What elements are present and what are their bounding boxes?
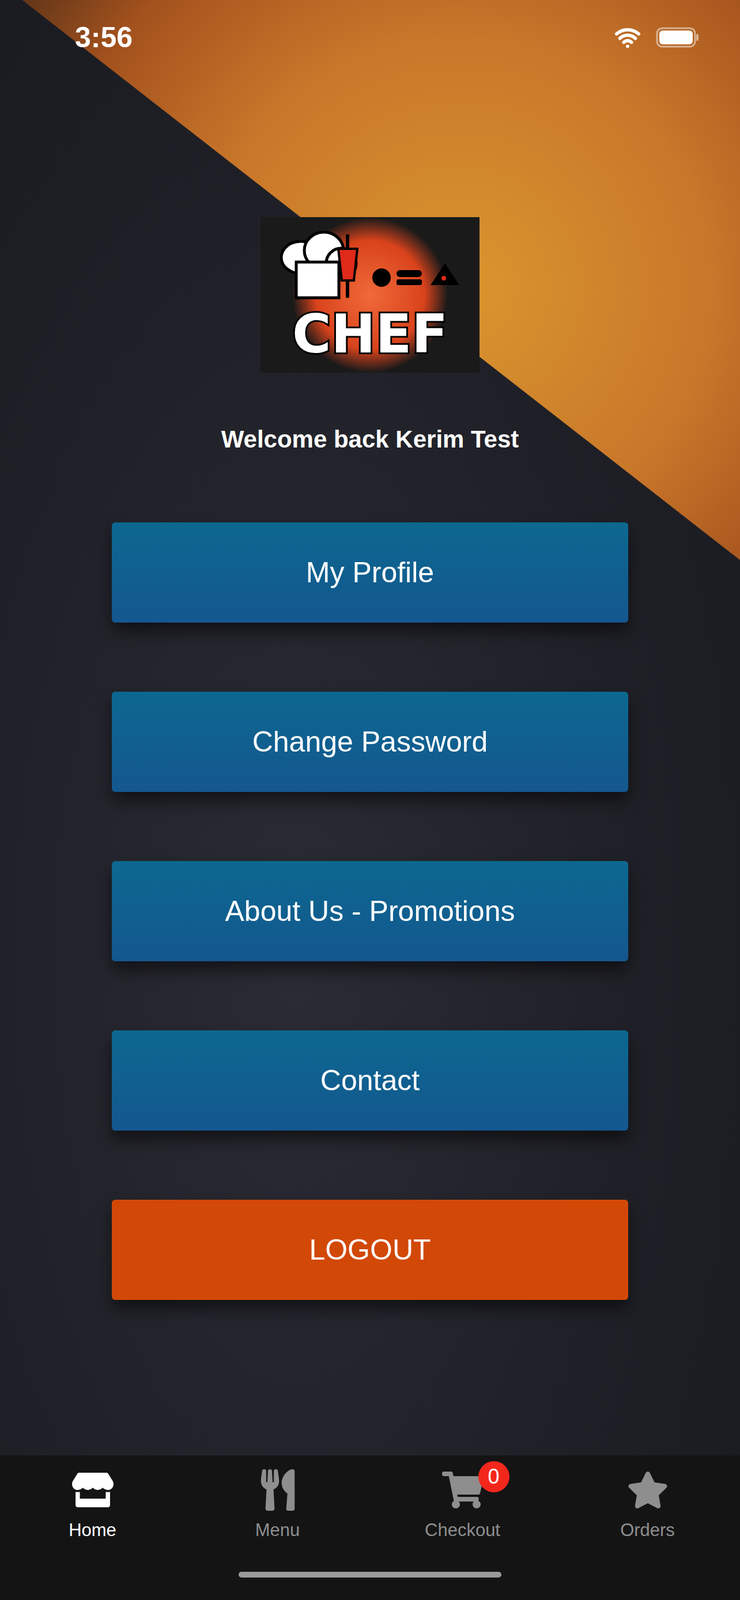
logo-text: CHEF (292, 303, 448, 366)
utensils-icon (257, 1470, 299, 1512)
kebab-icon (338, 234, 358, 298)
menu-button[interactable]: Contact (111, 1031, 629, 1132)
wifi-icon (614, 24, 641, 51)
tab-icon-wrap (66, 1466, 119, 1516)
main-content: CHEF Welcome back Kerim Test My Profile Cha… (0, 86, 740, 1457)
menu-button[interactable]: My Profile (111, 522, 629, 624)
home-screen: 3:56 CHEF Welcome back Kerim Test My Profil… (0, 0, 740, 1600)
tab-label: Menu (255, 1520, 301, 1542)
cart-icon (442, 1470, 484, 1512)
status-icons (614, 24, 700, 51)
tab-label: Home (68, 1520, 117, 1542)
tab-label: Orders (620, 1520, 675, 1542)
cart-badge: 0 (478, 1462, 510, 1494)
home-indicator (238, 1572, 502, 1579)
chef-logo: CHEF (260, 217, 480, 373)
tab-item[interactable]: Home (0, 1466, 185, 1542)
tab-icon-wrap (621, 1466, 674, 1516)
battery-icon (655, 27, 700, 48)
status-time: 3:56 (74, 20, 133, 55)
food-icons (372, 263, 460, 288)
star-icon (627, 1470, 669, 1512)
welcome-text: Welcome back Kerim Test (221, 425, 520, 454)
menu-buttons: My Profile Change Password About Us - Prom… (111, 522, 629, 1301)
store-icon (72, 1470, 114, 1512)
status-bar: 3:56 (0, 0, 740, 87)
tab-bar: Home Menu 0 Checkout Orders (0, 1456, 740, 1600)
menu-button[interactable]: About Us - Promotions (111, 861, 629, 962)
menu-button[interactable]: Change Password (111, 692, 629, 793)
tab-icon-wrap (251, 1466, 304, 1516)
logout-button[interactable]: LOGOUT (111, 1200, 629, 1301)
tab-icon-wrap: 0 (436, 1466, 489, 1516)
tab-label: Checkout (424, 1520, 501, 1542)
tab-item[interactable]: 0 Checkout (370, 1466, 555, 1542)
tab-item[interactable]: Menu (185, 1466, 370, 1542)
tab-item[interactable]: Orders (555, 1466, 740, 1542)
